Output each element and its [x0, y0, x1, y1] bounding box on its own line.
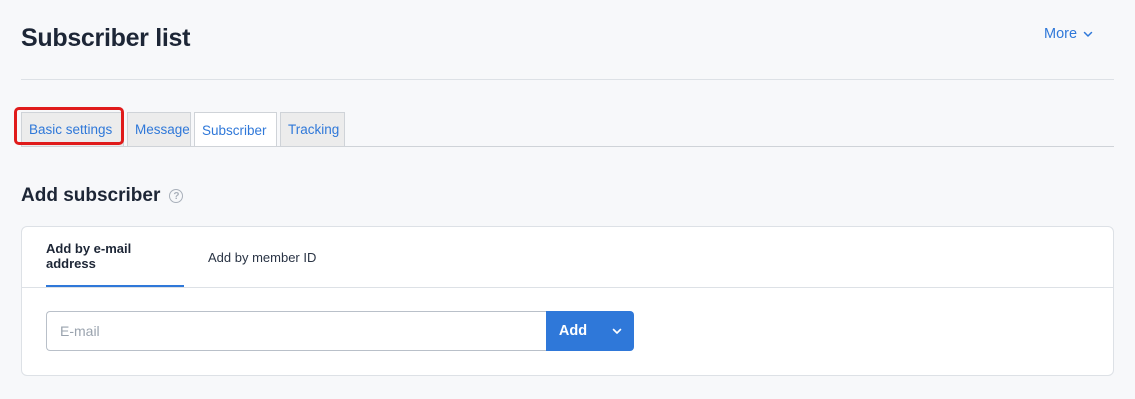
chevron-down-icon — [612, 328, 622, 335]
section-heading: Add subscriber ? — [21, 185, 184, 207]
chevron-down-icon — [1083, 31, 1093, 38]
add-dropdown-button[interactable] — [600, 311, 634, 351]
tab-basic-settings[interactable]: Basic settings — [21, 112, 124, 146]
tabs-divider — [21, 146, 1114, 147]
more-menu-button[interactable]: More — [1044, 26, 1093, 42]
email-input[interactable] — [46, 311, 546, 351]
header-divider — [21, 79, 1114, 80]
add-subscriber-card: Add by e-mail address Add by member ID A… — [21, 226, 1114, 376]
tab-subscriber[interactable]: Subscriber — [194, 112, 277, 147]
email-add-row: Add — [46, 311, 634, 351]
tab-bar: Basic settings Message Subscriber Tracki… — [21, 112, 345, 147]
more-menu-label: More — [1044, 26, 1078, 42]
tab-label: Subscriber — [202, 122, 267, 138]
tab-add-by-member-id[interactable]: Add by member ID — [208, 227, 316, 287]
tab-label: Basic settings — [29, 122, 113, 137]
tab-tracking[interactable]: Tracking — [280, 112, 345, 146]
tab-label: Tracking — [288, 122, 340, 137]
tab-message[interactable]: Message — [127, 112, 191, 146]
card-tab-label: Add by member ID — [208, 249, 317, 265]
section-title: Add subscriber — [21, 185, 161, 206]
page-title: Subscriber list — [21, 24, 191, 52]
question-circle-icon[interactable]: ? — [169, 189, 184, 203]
tab-label: Message — [135, 122, 190, 137]
card-tab-bar: Add by e-mail address Add by member ID — [22, 227, 1113, 288]
add-button[interactable]: Add — [546, 311, 600, 351]
card-tab-label: Add by e-mail address — [46, 241, 132, 271]
tab-add-by-email[interactable]: Add by e-mail address — [46, 227, 184, 287]
